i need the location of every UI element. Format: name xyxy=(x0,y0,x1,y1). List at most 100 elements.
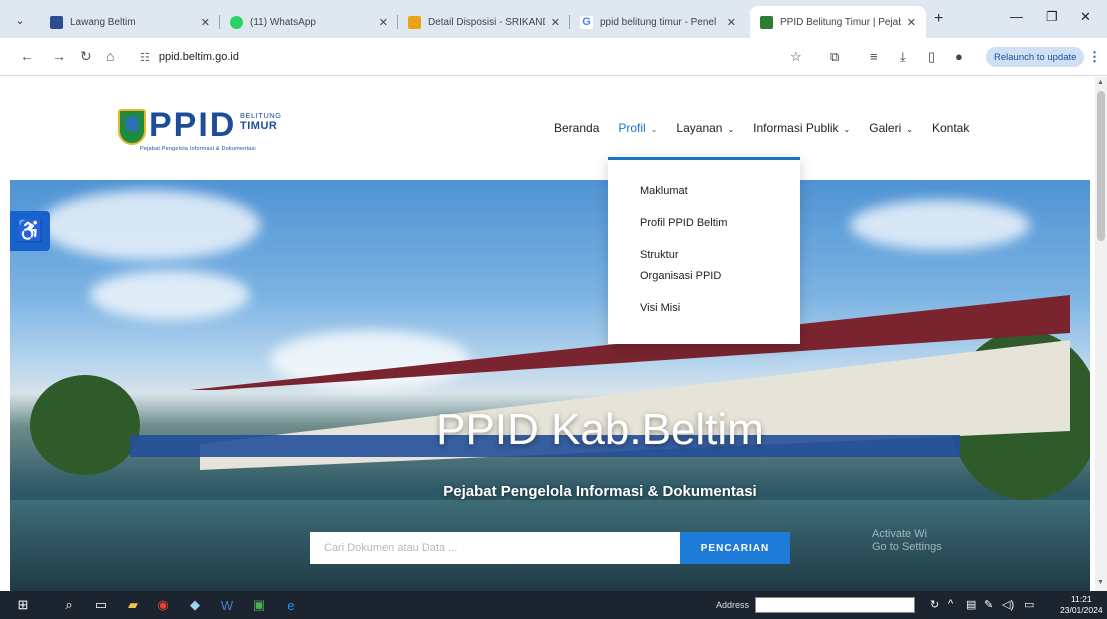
bird-app-icon[interactable]: ◆ xyxy=(186,596,204,614)
word-icon[interactable]: W xyxy=(218,596,236,614)
download-icon[interactable]: ⤓ xyxy=(900,49,906,65)
watermark-line: Go to Settings xyxy=(872,541,942,553)
nav-informasi-publik[interactable]: Informasi Publik ⌄ xyxy=(753,121,850,135)
pen-icon[interactable]: ✎ xyxy=(984,598,993,611)
tab-title: Detail Disposisi - SRIKANDI xyxy=(428,16,545,28)
tab-lawang-beltim[interactable]: Lawang Beltim ✕ xyxy=(40,6,220,38)
close-tab-icon[interactable]: ✕ xyxy=(727,16,736,29)
nav-label: Beranda xyxy=(554,121,600,135)
windows-taskbar: ⊞ ⌕ ▭ ▰ ◉ ◆ W ▣ e Address ↻ ^ ▤ ✎ ◁) ▭ 1… xyxy=(0,591,1107,619)
restore-icon[interactable]: ❐ xyxy=(1046,9,1058,25)
emblem-icon xyxy=(118,109,146,145)
side-panel-icon[interactable]: ▯ xyxy=(928,49,935,65)
forward-icon[interactable]: → xyxy=(52,48,66,64)
chrome-icon[interactable]: ◉ xyxy=(154,596,172,614)
chevron-down-icon: ⌄ xyxy=(906,125,913,134)
scroll-down-icon[interactable]: ▼ xyxy=(1097,579,1104,586)
web-page: PPID BELITUNG TIMUR Pejabat Pengelola In… xyxy=(0,77,1095,591)
page-scrollbar[interactable]: ▲ ▼ xyxy=(1095,77,1107,591)
nav-galeri[interactable]: Galeri ⌄ xyxy=(869,121,913,135)
address-toolbar-input[interactable] xyxy=(755,597,915,613)
hero-banner: PPID Kab.Beltim Pejabat Pengelola Inform… xyxy=(10,180,1090,591)
cloud xyxy=(90,270,250,320)
browser-toolbar: ← → ↻ ⌂ ☷ ppid.beltim.go.id ☆ ⧉ ≡ ⤓ ▯ ● … xyxy=(0,38,1107,76)
tab-ppid-active[interactable]: PPID Belitung Timur | Pejab ✕ xyxy=(750,6,926,38)
profile-avatar-icon[interactable]: ● xyxy=(955,49,963,64)
profil-dropdown-menu: Maklumat Profil PPID Beltim Struktur Org… xyxy=(608,157,800,344)
dropdown-item-struktur-organisasi[interactable]: Struktur Organisasi PPID xyxy=(608,245,758,287)
search-input[interactable] xyxy=(310,532,680,564)
main-nav: Beranda Profil ⌄ Layanan ⌄ Informasi Publi… xyxy=(554,121,988,135)
nav-label: Galeri xyxy=(869,121,902,135)
favicon-icon xyxy=(50,15,63,29)
file-explorer-icon[interactable]: ▰ xyxy=(124,596,142,614)
chevron-down-icon: ⌄ xyxy=(843,125,851,134)
notification-icon[interactable]: ▭ xyxy=(1024,598,1034,611)
whatsapp-icon xyxy=(230,15,243,29)
clock-date: 23/01/2024 xyxy=(1060,605,1103,615)
reload-icon[interactable]: ↻ xyxy=(80,48,92,65)
windows-start-icon[interactable]: ⊞ xyxy=(14,596,32,614)
search-button[interactable]: PENCARIAN xyxy=(680,532,790,564)
address-bar[interactable]: ☷ ppid.beltim.go.id xyxy=(130,44,770,70)
logo-subtitle-1: BELITUNG xyxy=(240,111,282,120)
clock-time: 11:21 xyxy=(1070,594,1092,604)
back-icon[interactable]: ← xyxy=(20,48,34,64)
tab-whatsapp[interactable]: (11) WhatsApp ✕ xyxy=(220,6,398,38)
home-icon[interactable]: ⌂ xyxy=(106,48,114,64)
accessibility-icon[interactable]: ♿ xyxy=(10,211,50,251)
logo-tagline: Pejabat Pengelola Informasi & Dokumentas… xyxy=(140,146,256,152)
system-clock[interactable]: 11:21 23/01/2024 xyxy=(1060,594,1103,616)
minimize-icon[interactable]: — xyxy=(1010,9,1023,24)
nav-label: Informasi Publik xyxy=(753,121,839,135)
chevron-down-icon: ⌄ xyxy=(650,125,658,134)
scroll-up-icon[interactable]: ▲ xyxy=(1097,79,1104,86)
new-tab-icon[interactable]: + xyxy=(934,10,943,28)
reading-list-icon[interactable]: ≡ xyxy=(870,49,878,64)
close-tab-icon[interactable]: ✕ xyxy=(379,16,388,29)
logo-text: PPID xyxy=(149,106,237,144)
dropdown-item-visi-misi[interactable]: Visi Misi xyxy=(608,298,800,319)
tab-srikandi[interactable]: Detail Disposisi - SRIKANDI ✕ xyxy=(398,6,570,38)
menu-kebab-icon[interactable]: ⋮ xyxy=(1088,49,1101,65)
network-icon[interactable]: ▤ xyxy=(966,598,976,611)
scroll-thumb[interactable] xyxy=(1097,91,1105,241)
dropdown-item-profil-ppid[interactable]: Profil PPID Beltim xyxy=(608,213,800,234)
bookmark-star-icon[interactable]: ☆ xyxy=(790,49,802,65)
close-tab-icon[interactable]: ✕ xyxy=(907,16,916,29)
address-toolbar-label: Address xyxy=(716,600,750,610)
tab-title: PPID Belitung Timur | Pejab xyxy=(780,16,901,28)
nav-beranda[interactable]: Beranda xyxy=(554,121,599,135)
nav-profil[interactable]: Profil ⌄ xyxy=(618,121,657,135)
nav-label: Profil xyxy=(618,121,646,135)
close-window-icon[interactable]: ✕ xyxy=(1080,9,1091,25)
site-info-icon[interactable]: ☷ xyxy=(140,51,150,64)
cloud xyxy=(40,190,260,260)
close-tab-icon[interactable]: ✕ xyxy=(201,16,210,29)
site-logo[interactable]: PPID BELITUNG TIMUR Pejabat Pengelola In… xyxy=(118,106,283,152)
task-view-icon[interactable]: ▭ xyxy=(92,596,110,614)
photos-icon[interactable]: ▣ xyxy=(250,596,268,614)
dropdown-item-maklumat[interactable]: Maklumat xyxy=(608,181,800,202)
favicon-icon xyxy=(760,15,773,29)
refresh-icon[interactable]: ↻ xyxy=(930,598,939,611)
edge-icon[interactable]: e xyxy=(282,596,300,614)
chevron-up-icon[interactable]: ^ xyxy=(948,598,953,610)
tab-google-search[interactable]: G ppid belitung timur - Penel ✕ xyxy=(570,6,746,38)
nav-kontak[interactable]: Kontak xyxy=(932,121,969,135)
volume-icon[interactable]: ◁) xyxy=(1002,598,1014,611)
favicon-icon xyxy=(408,15,421,29)
tab-title: Lawang Beltim xyxy=(70,16,136,28)
nav-label: Kontak xyxy=(931,121,970,135)
nav-layanan[interactable]: Layanan ⌄ xyxy=(676,121,734,135)
logo-subtitle-2: TIMUR xyxy=(240,120,278,132)
url-text: ppid.beltim.go.id xyxy=(158,51,239,63)
relaunch-button[interactable]: Relaunch to update xyxy=(986,47,1085,67)
close-tab-icon[interactable]: ✕ xyxy=(551,16,560,29)
tab-search-icon[interactable]: ⌄ xyxy=(10,10,30,30)
nav-label: Layanan xyxy=(676,121,723,135)
chevron-down-icon: ⌄ xyxy=(727,125,735,134)
search-icon[interactable]: ⌕ xyxy=(60,596,78,614)
extensions-icon[interactable]: ⧉ xyxy=(830,49,839,65)
tab-title: (11) WhatsApp xyxy=(250,16,316,28)
